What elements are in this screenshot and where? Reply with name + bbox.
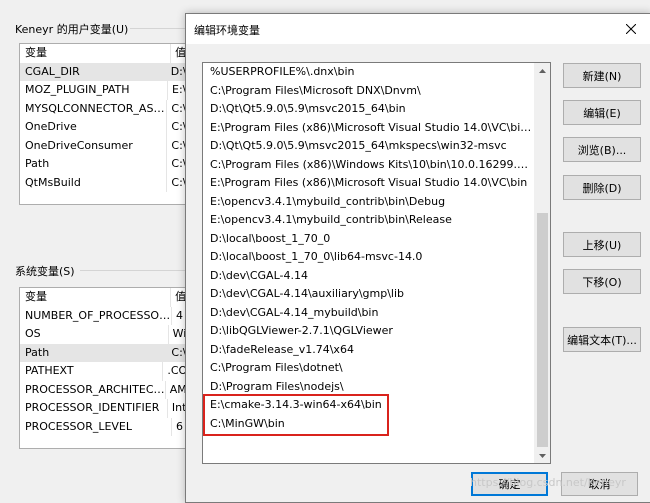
- table-row[interactable]: OneDrive C:\: [20, 118, 186, 137]
- variable-value: .CO: [162, 362, 186, 381]
- variable-name: PROCESSOR_LEVEL: [25, 419, 133, 433]
- table-row[interactable]: OS Wi: [20, 325, 186, 344]
- scroll-down-button[interactable]: [535, 448, 550, 463]
- table-row[interactable]: NUMBER_OF_PROCESSORS 4: [20, 306, 186, 325]
- variable-name: OneDrive: [25, 120, 77, 133]
- variable-value: C:\: [166, 136, 186, 155]
- table-row[interactable]: OneDriveConsumer C:\: [20, 136, 186, 155]
- column-header-variable[interactable]: 变量: [20, 44, 170, 63]
- edit-env-var-dialog: 编辑环境变量 %USERPROFILE%\.dnx\bin C:\Program …: [185, 13, 650, 503]
- path-list-item[interactable]: E:\cmake-3.14.3-win64-x64\bin: [203, 396, 534, 415]
- variable-value: E:\: [167, 81, 186, 100]
- variable-name: PROCESSOR_ARCHITECT...: [25, 382, 165, 396]
- divider: [130, 28, 185, 29]
- variable-value: D:\: [165, 62, 186, 81]
- table-header: 变量 值: [20, 44, 186, 63]
- path-list-item[interactable]: D:\fadeRelease_v1.74\x64: [203, 341, 534, 360]
- variable-name: PATHEXT: [25, 364, 74, 377]
- scrollbar-thumb[interactable]: [537, 213, 548, 447]
- path-list-item[interactable]: E:\Program Files (x86)\Microsoft Visual …: [203, 119, 534, 138]
- divider: [80, 270, 185, 271]
- variable-name: Path: [25, 157, 50, 170]
- path-list-item[interactable]: D:\dev\CGAL-4.14_mybuild\bin: [203, 304, 534, 323]
- variable-value: 4: [171, 306, 183, 325]
- browse-button[interactable]: 浏览(B)...: [563, 137, 641, 162]
- variable-name: MOZ_PLUGIN_PATH: [25, 83, 130, 96]
- scroll-up-button[interactable]: [535, 63, 550, 78]
- variable-value: AM: [164, 380, 186, 399]
- variable-value: 6: [171, 417, 183, 436]
- table-row[interactable]: PROCESSOR_ARCHITECT... AM: [20, 380, 186, 399]
- move-down-button[interactable]: 下移(O): [563, 269, 641, 294]
- table-row[interactable]: CGAL_DIR D:\: [20, 62, 186, 81]
- column-header-value[interactable]: 值: [170, 44, 186, 63]
- path-list[interactable]: %USERPROFILE%\.dnx\bin C:\Program Files\M…: [202, 62, 551, 464]
- dialog-title: 编辑环境变量: [194, 24, 260, 37]
- variable-value: Wi: [167, 325, 186, 344]
- new-button[interactable]: 新建(N): [563, 63, 641, 88]
- variable-name: CGAL_DIR: [25, 64, 80, 78]
- path-list-item[interactable]: D:\local\boost_1_70_0\lib64-msvc-14.0: [203, 248, 534, 267]
- variable-value: C:\: [166, 118, 186, 137]
- path-list-item[interactable]: D:\local\boost_1_70_0: [203, 230, 534, 249]
- variable-name: OS: [25, 327, 41, 340]
- path-list-item[interactable]: D:\libQGLViewer-2.7.1\QGLViewer: [203, 322, 534, 341]
- table-row[interactable]: QtMsBuild C:\: [20, 173, 186, 192]
- vertical-scrollbar[interactable]: [534, 63, 550, 463]
- chevron-down-icon: [539, 453, 546, 458]
- column-header-variable[interactable]: 变量: [20, 288, 170, 307]
- variable-name: MYSQLCONNECTOR_ASS...: [25, 101, 167, 115]
- path-list-item[interactable]: C:\MinGW\bin: [203, 415, 534, 434]
- system-vars-table[interactable]: 变量 值 NUMBER_OF_PROCESSORS 4 OS Wi Path C:\ PAT…: [19, 287, 187, 449]
- variable-value: Int: [166, 399, 186, 418]
- variable-value: C:\: [166, 99, 186, 118]
- table-row[interactable]: PATHEXT .CO: [20, 362, 186, 381]
- path-list-item[interactable]: E:\opencv3.4.1\mybuild_contrib\bin\Relea…: [203, 211, 534, 230]
- path-list-item[interactable]: D:\Qt\Qt5.9.0\5.9\msvc2015_64\bin: [203, 100, 534, 119]
- variable-value: C:\: [166, 155, 186, 174]
- close-button[interactable]: [611, 14, 650, 44]
- move-up-button[interactable]: 上移(U): [563, 232, 641, 257]
- edit-text-button[interactable]: 编辑文本(T)...: [563, 327, 641, 352]
- path-list-item[interactable]: C:\Program Files\dotnet\: [203, 359, 534, 378]
- watermark: https://blog.csdn.net/Keneyr: [470, 476, 626, 489]
- table-row[interactable]: PROCESSOR_LEVEL 6: [20, 417, 186, 436]
- column-header-value[interactable]: 值: [170, 288, 186, 307]
- path-list-item[interactable]: D:\dev\CGAL-4.14: [203, 267, 534, 286]
- path-list-item[interactable]: D:\dev\CGAL-4.14\auxiliary\gmp\lib: [203, 285, 534, 304]
- path-list-item[interactable]: E:\opencv3.4.1\mybuild_contrib\bin\Debug: [203, 193, 534, 212]
- variable-name: NUMBER_OF_PROCESSORS: [25, 308, 171, 322]
- variable-value: C:\: [166, 343, 186, 362]
- path-list-item[interactable]: C:\Program Files (x86)\Windows Kits\10\b…: [203, 156, 534, 175]
- variable-name: PROCESSOR_IDENTIFIER: [25, 401, 160, 414]
- path-list-item[interactable]: D:\Program Files\nodejs\: [203, 378, 534, 397]
- variable-value: C:\: [166, 173, 186, 192]
- dialog-title-bar[interactable]: 编辑环境变量: [186, 14, 650, 44]
- system-vars-group-title: 系统变量(S): [15, 265, 75, 278]
- path-list-item[interactable]: E:\Program Files (x86)\Microsoft Visual …: [203, 174, 534, 193]
- path-list-item[interactable]: %USERPROFILE%\.dnx\bin: [203, 63, 534, 82]
- path-items: %USERPROFILE%\.dnx\bin C:\Program Files\M…: [203, 63, 534, 433]
- table-row[interactable]: MOZ_PLUGIN_PATH E:\: [20, 81, 186, 100]
- variable-name: OneDriveConsumer: [25, 138, 133, 152]
- close-icon: [626, 24, 636, 34]
- table-row[interactable]: PROCESSOR_IDENTIFIER Int: [20, 399, 186, 418]
- user-vars-group-title: Keneyr 的用户变量(U): [15, 23, 129, 36]
- user-vars-table[interactable]: 变量 值 CGAL_DIR D:\ MOZ_PLUGIN_PATH E:\ MYSQLC…: [19, 43, 187, 205]
- edit-button[interactable]: 编辑(E): [563, 100, 641, 125]
- table-header: 变量 值: [20, 288, 186, 307]
- path-list-item[interactable]: D:\Qt\Qt5.9.0\5.9\msvc2015_64\mkspecs\wi…: [203, 137, 534, 156]
- table-row[interactable]: Path C:\: [20, 155, 186, 174]
- variable-name: Path: [25, 345, 50, 359]
- variable-name: QtMsBuild: [25, 175, 81, 189]
- table-row[interactable]: Path C:\: [20, 343, 186, 362]
- table-row[interactable]: MYSQLCONNECTOR_ASS... C:\: [20, 99, 186, 118]
- path-list-item[interactable]: C:\Program Files\Microsoft DNX\Dnvm\: [203, 82, 534, 101]
- delete-button[interactable]: 删除(D): [563, 175, 641, 200]
- chevron-up-icon: [539, 68, 546, 73]
